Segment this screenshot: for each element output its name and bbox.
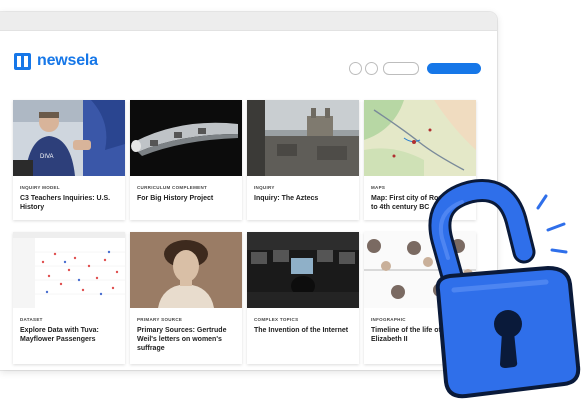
brand-name: newsela [37,52,98,69]
hyperloop-photo [130,100,242,176]
card-title: Explore Data with Tuva: Mayflower Passen… [20,327,99,343]
card-type-label: DATASET [20,317,43,322]
content-card[interactable]: COMPLEX TOPICS The Invention of the Inte… [247,232,359,364]
unlocked-padlock-icon [428,179,581,399]
svg-text:DIVA: DIVA [40,154,54,160]
card-title: C3 Teachers Inquiries: U.S. History [20,195,111,211]
teachers-photo: DIVA [13,100,125,176]
card-title: Primary Sources: Gertrude Weil's letters… [137,327,227,352]
content-card[interactable]: DATASET Explore Data with Tuva: Mayflowe… [13,232,125,364]
header-controls [349,62,481,75]
brand-logo[interactable]: newsela [14,52,98,70]
card-type-label: PRIMARY SOURCE [137,317,183,322]
aztec-city-photo [247,100,359,176]
card-title: For Big History Project [137,195,214,202]
scatter-plot [13,232,125,308]
rome-map [364,100,476,176]
card-title: Inquiry: The Aztecs [254,195,319,202]
header-pill-button[interactable] [383,62,419,75]
computer-lab-photo [247,232,359,308]
content-card[interactable]: CURRICULUM COMPLEMENT For Big History Pr… [130,100,242,220]
content-card[interactable]: PRIMARY SOURCE Primary Sources: Gertrude… [130,232,242,364]
header-circle-button-2[interactable] [365,62,378,75]
card-type-label: COMPLEX TOPICS [254,317,299,322]
card-type-label: CURRICULUM COMPLEMENT [137,185,208,190]
portrait-photo [130,232,242,308]
header-circle-button-1[interactable] [349,62,362,75]
card-type-label: INQUIRY MODEL [20,185,60,190]
content-card[interactable]: DIVA INQUIRY MODEL C3 Teachers Inquiries… [13,100,125,220]
window-titlebar [0,12,497,31]
book-logo-icon [14,52,31,70]
card-type-label: INQUIRY [254,185,275,190]
card-title: The Invention of the Internet [254,327,349,334]
content-card[interactable]: INQUIRY Inquiry: The Aztecs [247,100,359,220]
header-primary-button[interactable] [427,63,481,74]
content-grid: DIVA INQUIRY MODEL C3 Teachers Inquiries… [13,100,476,364]
